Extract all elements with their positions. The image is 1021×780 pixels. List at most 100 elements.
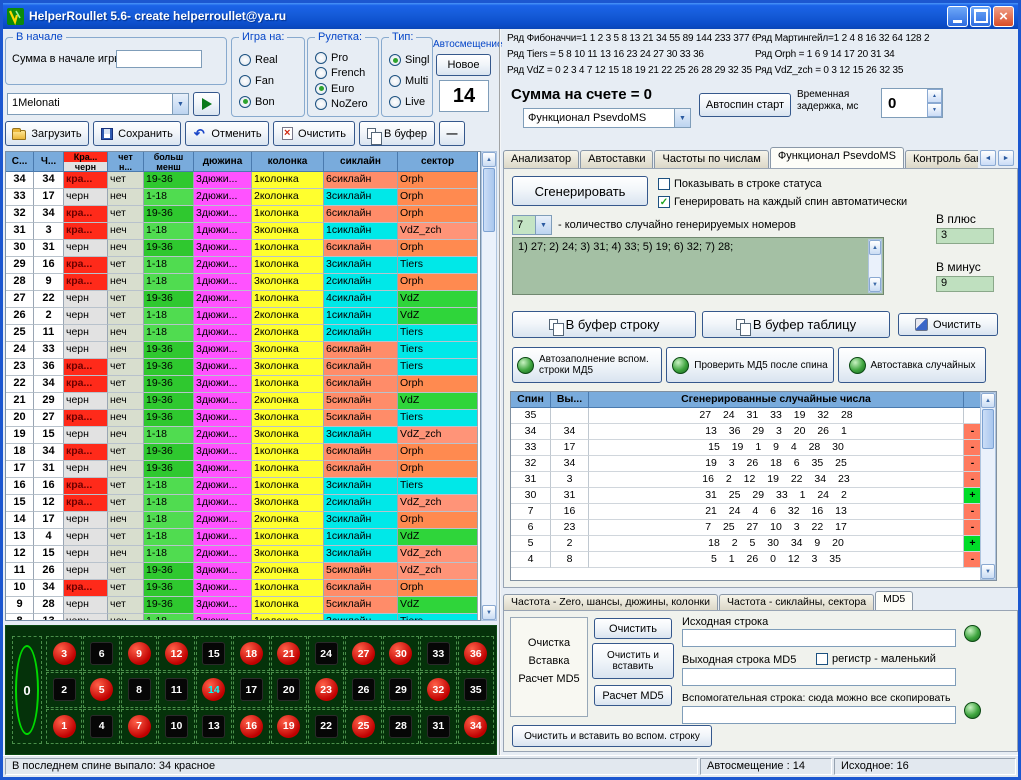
board-cell[interactable]: 2 bbox=[46, 672, 82, 707]
scrollbar-thumb[interactable] bbox=[483, 168, 495, 232]
radio-bon[interactable]: Bon bbox=[239, 96, 302, 108]
chevron-down-icon[interactable] bbox=[172, 94, 188, 114]
scroll-down-button[interactable] bbox=[981, 564, 995, 579]
toolbar-copy-button[interactable]: В буфер bbox=[359, 121, 435, 146]
board-cell[interactable]: 33 bbox=[420, 636, 456, 671]
scrollbar-thumb[interactable] bbox=[982, 409, 994, 449]
board-cell[interactable]: 7 bbox=[121, 709, 157, 744]
generate-button[interactable]: Сгенерировать bbox=[512, 176, 648, 206]
board-cell[interactable]: 28 bbox=[383, 709, 419, 744]
board-cell[interactable]: 14 bbox=[196, 672, 232, 707]
numbers-scrollbar[interactable] bbox=[868, 239, 882, 293]
copy-table-button[interactable]: В буфер таблицу bbox=[702, 311, 890, 338]
checkbox-lowercase[interactable]: регистр - маленький bbox=[816, 653, 936, 665]
board-cell[interactable]: 19 bbox=[271, 709, 307, 744]
board-cell[interactable]: 9 bbox=[121, 636, 157, 671]
board-cell[interactable]: 25 bbox=[345, 709, 381, 744]
checkbox-show-status[interactable]: Показывать в строке статуса bbox=[658, 178, 822, 190]
radio-singl[interactable]: Singl bbox=[389, 54, 430, 66]
board-cell[interactable]: 21 bbox=[271, 636, 307, 671]
board-cell[interactable]: 23 bbox=[308, 672, 344, 707]
radio-pro[interactable]: Pro bbox=[315, 52, 376, 64]
board-cell[interactable]: 13 bbox=[196, 709, 232, 744]
toolbar-open-button[interactable]: Загрузить bbox=[5, 121, 89, 146]
board-cell[interactable]: 29 bbox=[383, 672, 419, 707]
copy-line-button[interactable]: В буфер строку bbox=[512, 311, 696, 338]
tab-частоты-по-числам[interactable]: Частоты по числам bbox=[654, 150, 768, 168]
tab-контроль-банкро[interactable]: Контроль банкро bbox=[905, 150, 978, 168]
toolbar-clear-button[interactable]: Очистить bbox=[273, 121, 355, 146]
board-cell[interactable]: 1 bbox=[46, 709, 82, 744]
scroll-up-button[interactable] bbox=[482, 152, 496, 167]
autobet-random-button[interactable]: Автоставка случайных bbox=[838, 347, 986, 383]
tab-автоставки[interactable]: Автоставки bbox=[580, 150, 653, 168]
board-cell[interactable]: 5 bbox=[83, 672, 119, 707]
tab-scroll-right-button[interactable] bbox=[998, 150, 1014, 166]
board-cell[interactable]: 36 bbox=[458, 636, 494, 671]
autofill-md5-button[interactable]: Автозаполнение вспом. строки МД5 bbox=[512, 347, 662, 383]
history-scrollbar[interactable] bbox=[481, 151, 497, 621]
count-select[interactable]: 7 bbox=[512, 215, 552, 235]
close-button[interactable] bbox=[993, 6, 1014, 27]
chevron-down-icon[interactable] bbox=[535, 216, 551, 234]
maximize-button[interactable] bbox=[970, 6, 991, 27]
autospin-start-button[interactable]: Автоспин старт bbox=[699, 93, 791, 117]
function-select[interactable]: Функционал PsevdoMS bbox=[523, 108, 691, 128]
radio-real[interactable]: Real bbox=[239, 54, 302, 66]
board-cell[interactable]: 12 bbox=[158, 636, 194, 671]
board-cell[interactable]: 24 bbox=[308, 636, 344, 671]
board-cell[interactable]: 26 bbox=[345, 672, 381, 707]
board-cell[interactable]: 30 bbox=[383, 636, 419, 671]
play-button[interactable] bbox=[193, 92, 220, 116]
board-cell[interactable]: 34 bbox=[458, 709, 494, 744]
board-cell[interactable]: 16 bbox=[233, 709, 269, 744]
board-cell[interactable]: 27 bbox=[345, 636, 381, 671]
toolbar-minus-button[interactable]: — bbox=[439, 121, 465, 146]
board-cell[interactable]: 18 bbox=[233, 636, 269, 671]
check-md5-button[interactable]: Проверить МД5 после спина bbox=[666, 347, 834, 383]
tab-анализатор[interactable]: Анализатор bbox=[503, 150, 579, 168]
preset-select[interactable]: 1Melonati bbox=[7, 93, 189, 115]
output-string-input[interactable] bbox=[682, 668, 956, 686]
board-cell[interactable]: 35 bbox=[458, 672, 494, 707]
tab-функционал-psevdoms[interactable]: Функционал PsevdoMS bbox=[770, 147, 904, 168]
tab-частота-сиклайны-сектора[interactable]: Частота - сиклайны, сектора bbox=[719, 594, 874, 610]
scroll-down-button[interactable] bbox=[482, 605, 496, 620]
board-cell[interactable]: 4 bbox=[83, 709, 119, 744]
spins-scrollbar[interactable] bbox=[980, 392, 996, 580]
paste-sphere-icon[interactable] bbox=[964, 625, 981, 642]
spin-up-button[interactable] bbox=[927, 89, 942, 103]
md5-clear-button[interactable]: Очистить bbox=[594, 618, 672, 639]
clear-paste-aux-button[interactable]: Очистить и вставить во вспом. строку bbox=[512, 725, 712, 747]
tab-scroll-left-button[interactable] bbox=[980, 150, 996, 166]
board-zero-cell[interactable]: 0 bbox=[12, 636, 42, 744]
md5-calc-button[interactable]: Расчет MD5 bbox=[594, 685, 672, 706]
minimize-button[interactable] bbox=[947, 6, 968, 27]
clear-button[interactable]: Очистить bbox=[898, 313, 998, 336]
md5-clear-paste-button[interactable]: Очистить и вставить bbox=[592, 643, 674, 679]
scroll-down-button[interactable] bbox=[869, 277, 881, 292]
scroll-up-button[interactable] bbox=[869, 240, 881, 255]
chevron-down-icon[interactable] bbox=[674, 109, 690, 127]
board-cell[interactable]: 22 bbox=[308, 709, 344, 744]
tab-частота-zero-шансы-дюжины-колонки[interactable]: Частота - Zero, шансы, дюжины, колонки bbox=[503, 594, 718, 610]
tab-md5[interactable]: MD5 bbox=[875, 591, 913, 610]
delay-spinner[interactable]: 0 bbox=[881, 88, 943, 118]
toolbar-save-button[interactable]: Сохранить bbox=[93, 121, 181, 146]
radio-live[interactable]: Live bbox=[389, 96, 430, 108]
toolbar-undo-button[interactable]: Отменить bbox=[185, 121, 269, 146]
board-cell[interactable]: 10 bbox=[158, 709, 194, 744]
board-cell[interactable]: 3 bbox=[46, 636, 82, 671]
board-cell[interactable]: 31 bbox=[420, 709, 456, 744]
board-cell[interactable]: 6 bbox=[83, 636, 119, 671]
board-cell[interactable]: 20 bbox=[271, 672, 307, 707]
board-cell[interactable]: 17 bbox=[233, 672, 269, 707]
radio-french[interactable]: French bbox=[315, 67, 376, 79]
paste-sphere-icon[interactable] bbox=[964, 702, 981, 719]
spin-down-button[interactable] bbox=[927, 103, 942, 117]
start-sum-input[interactable] bbox=[116, 50, 202, 68]
radio-nozero[interactable]: NoZero bbox=[315, 98, 376, 110]
radio-euro[interactable]: Euro bbox=[315, 83, 376, 95]
board-cell[interactable]: 8 bbox=[121, 672, 157, 707]
radio-fan[interactable]: Fan bbox=[239, 75, 302, 87]
